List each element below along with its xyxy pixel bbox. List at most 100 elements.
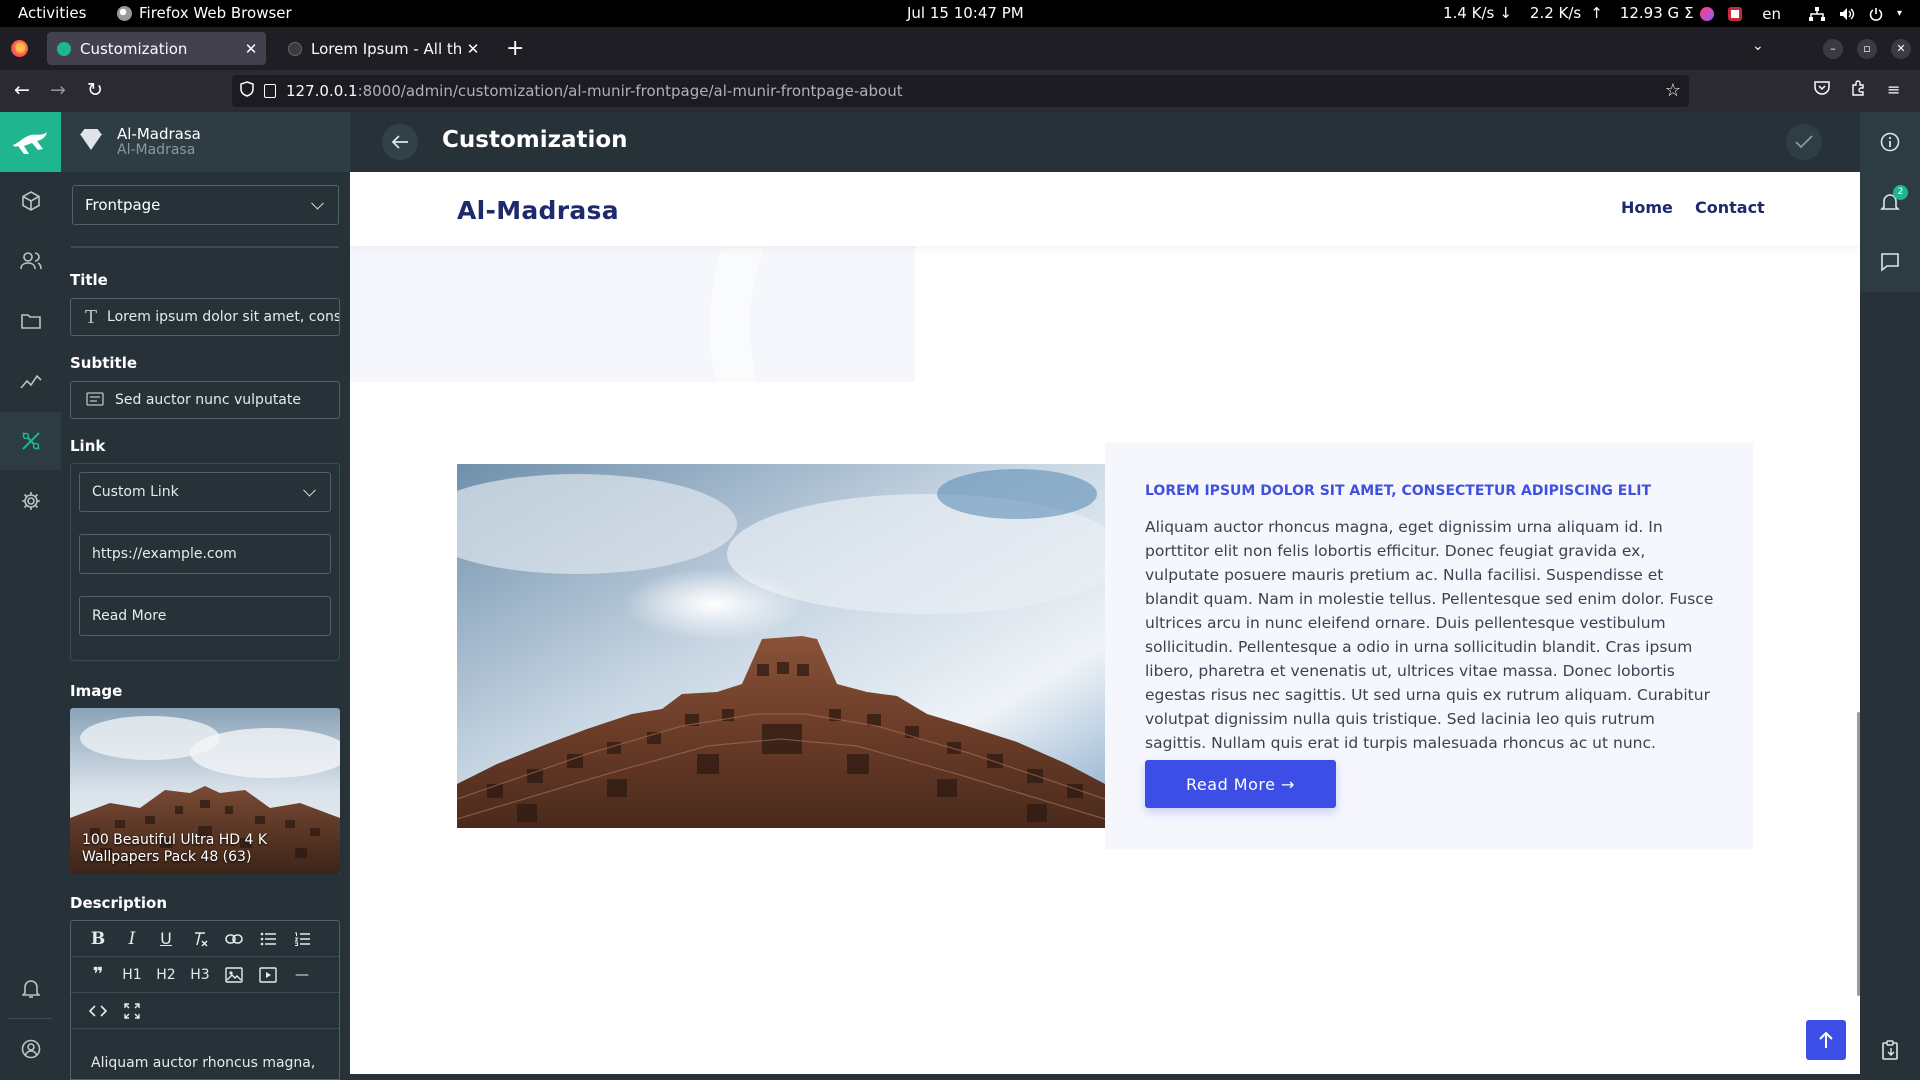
language-indicator[interactable]: en (1762, 5, 1781, 23)
star-icon[interactable]: ☆ (1665, 80, 1681, 101)
image-thumbnail[interactable]: 100 Beautiful Ultra HD 4 K Wallpapers Pa… (70, 708, 340, 874)
image-icon (225, 966, 243, 983)
nav-insights[interactable] (0, 352, 61, 410)
sidebar-right: 2 (1860, 112, 1920, 1080)
close-tab-icon[interactable]: ✕ (240, 40, 262, 58)
info-button[interactable] (1860, 112, 1920, 172)
tray-app-icon[interactable] (1700, 6, 1715, 21)
project-subtitle: Al-Madrasa (117, 142, 196, 158)
up-arrow-icon: ↑ (1590, 4, 1603, 22)
clear-format-icon (195, 931, 208, 947)
nav-notifications[interactable] (0, 960, 61, 1018)
subtitle-input-value: Sed auctor nunc vulputate (115, 392, 301, 408)
subtitle-label: Subtitle (70, 354, 138, 372)
comments-button[interactable] (1860, 232, 1920, 292)
firefox-view-icon[interactable] (11, 40, 28, 57)
activities-button[interactable]: Activities (18, 4, 86, 22)
list-all-tabs-icon[interactable]: ⌄ (1752, 38, 1764, 54)
pocket-icon[interactable] (1814, 80, 1830, 99)
volume-icon[interactable] (1839, 7, 1855, 21)
close-tab-icon[interactable]: ✕ (462, 40, 484, 58)
tray-app-icon-2[interactable] (1728, 6, 1743, 21)
nav-user-menu[interactable] (0, 1020, 61, 1078)
minimize-icon[interactable]: – (1823, 39, 1843, 59)
bold-button[interactable]: B (81, 925, 115, 953)
nav-settings[interactable] (0, 472, 61, 530)
clear-format-button[interactable] (183, 925, 217, 953)
blockquote-button[interactable]: ❞ (81, 961, 115, 989)
system-top-bar: Activities Firefox Web Browser Jul 15 10… (0, 0, 1920, 27)
title-label: Title (70, 271, 108, 289)
tab-lorem-ipsum[interactable]: Lorem Ipsum - All the fac ✕ (278, 32, 488, 65)
heading3-button[interactable]: H3 (183, 961, 217, 989)
nav-users[interactable] (0, 232, 61, 290)
shield-icon[interactable] (240, 81, 258, 101)
link-text-input[interactable]: Read More (79, 596, 331, 636)
chevron-down-icon[interactable]: ▾ (1897, 8, 1902, 19)
horizontal-rule-button[interactable]: — (285, 961, 319, 989)
insert-image-button[interactable] (217, 961, 251, 989)
system-monitor[interactable]: 1.4 K/s ↓ 2.2 K/s ↑ 12.93 G Σ (1443, 4, 1694, 22)
text-type-icon: T (85, 306, 98, 328)
sigma-icon: Σ (1684, 4, 1694, 22)
description-editor[interactable]: B I U ❞ H1 H2 H3 — Aliquam auctor rhoncu… (70, 920, 340, 1080)
chart-icon (19, 374, 42, 389)
page-select[interactable]: Frontpage (72, 185, 339, 225)
insert-video-button[interactable] (251, 961, 285, 989)
back-icon[interactable]: ← (14, 79, 30, 101)
page-select-value: Frontpage (85, 196, 161, 214)
power-icon[interactable] (1869, 7, 1883, 21)
menu-icon[interactable]: ≡ (1887, 80, 1900, 99)
back-arrow-icon (391, 135, 408, 149)
forward-icon[interactable]: → (50, 79, 66, 101)
site-nav-home[interactable]: Home (1621, 198, 1673, 217)
subtitle-input[interactable]: Sed auctor nunc vulputate (70, 381, 340, 419)
clock[interactable]: Jul 15 10:47 PM (907, 4, 1024, 22)
about-card: LOREM IPSUM DOLOR SIT AMET, CONSECTETUR … (1105, 443, 1753, 849)
nav-files[interactable] (0, 292, 61, 350)
site-logo[interactable]: Al-Madrasa (457, 196, 619, 225)
tab-customization[interactable]: Customization ✕ (47, 32, 266, 65)
nav-content-types[interactable] (0, 172, 61, 230)
restore-icon[interactable]: ▫ (1857, 39, 1877, 59)
bullet-list-button[interactable] (251, 925, 285, 953)
back-button[interactable] (382, 124, 418, 160)
link-text-value: Read More (92, 608, 167, 624)
preview-bottom-edge (350, 1074, 1860, 1080)
heading2-button[interactable]: H2 (149, 961, 183, 989)
new-tab-button[interactable]: + (506, 36, 524, 61)
scroll-to-top-button[interactable] (1806, 1020, 1846, 1060)
link-url-input[interactable]: https://example.com (79, 534, 331, 574)
save-button[interactable] (1786, 124, 1822, 160)
reload-icon[interactable]: ↻ (87, 79, 103, 101)
title-input[interactable]: T Lorem ipsum dolor sit amet, cons (70, 298, 340, 336)
underline-button[interactable]: U (149, 925, 183, 953)
tab-title: Lorem Ipsum - All the fac (311, 39, 462, 58)
project-header[interactable]: Al-Madrasa Al-Madrasa (61, 112, 350, 172)
code-button[interactable] (81, 997, 115, 1025)
link-button[interactable] (217, 925, 251, 953)
read-more-button[interactable]: Read More → (1145, 760, 1336, 808)
page-title: Customization (442, 127, 628, 153)
heading1-button[interactable]: H1 (115, 961, 149, 989)
down-arrow-icon: ↓ (1499, 4, 1512, 22)
app-logo[interactable] (0, 112, 61, 172)
preview-scrollbar[interactable] (1857, 712, 1860, 996)
app-menu[interactable]: Firefox Web Browser (117, 4, 292, 22)
network-icon[interactable] (1808, 6, 1825, 21)
numbered-list-button[interactable] (285, 925, 319, 953)
clipboard-button[interactable] (1860, 1020, 1920, 1080)
link-type-select[interactable]: Custom Link (79, 472, 331, 512)
page-info-icon[interactable] (264, 84, 276, 98)
nav-customization[interactable] (0, 412, 61, 470)
close-window-icon[interactable]: ✕ (1891, 39, 1911, 59)
italic-button[interactable]: I (115, 925, 149, 953)
site-nav-contact[interactable]: Contact (1695, 198, 1765, 217)
extensions-icon[interactable] (1850, 80, 1866, 100)
revisions-button[interactable]: 2 (1860, 172, 1920, 232)
link-label: Link (70, 437, 106, 455)
notification-badge: 2 (1893, 185, 1908, 200)
fullscreen-button[interactable] (115, 997, 149, 1025)
url-bar[interactable]: 127.0.0.1 :8000/admin/customization/al-m… (232, 75, 1689, 107)
customization-panel: Al-Madrasa Al-Madrasa Frontpage Title T … (61, 112, 350, 1080)
